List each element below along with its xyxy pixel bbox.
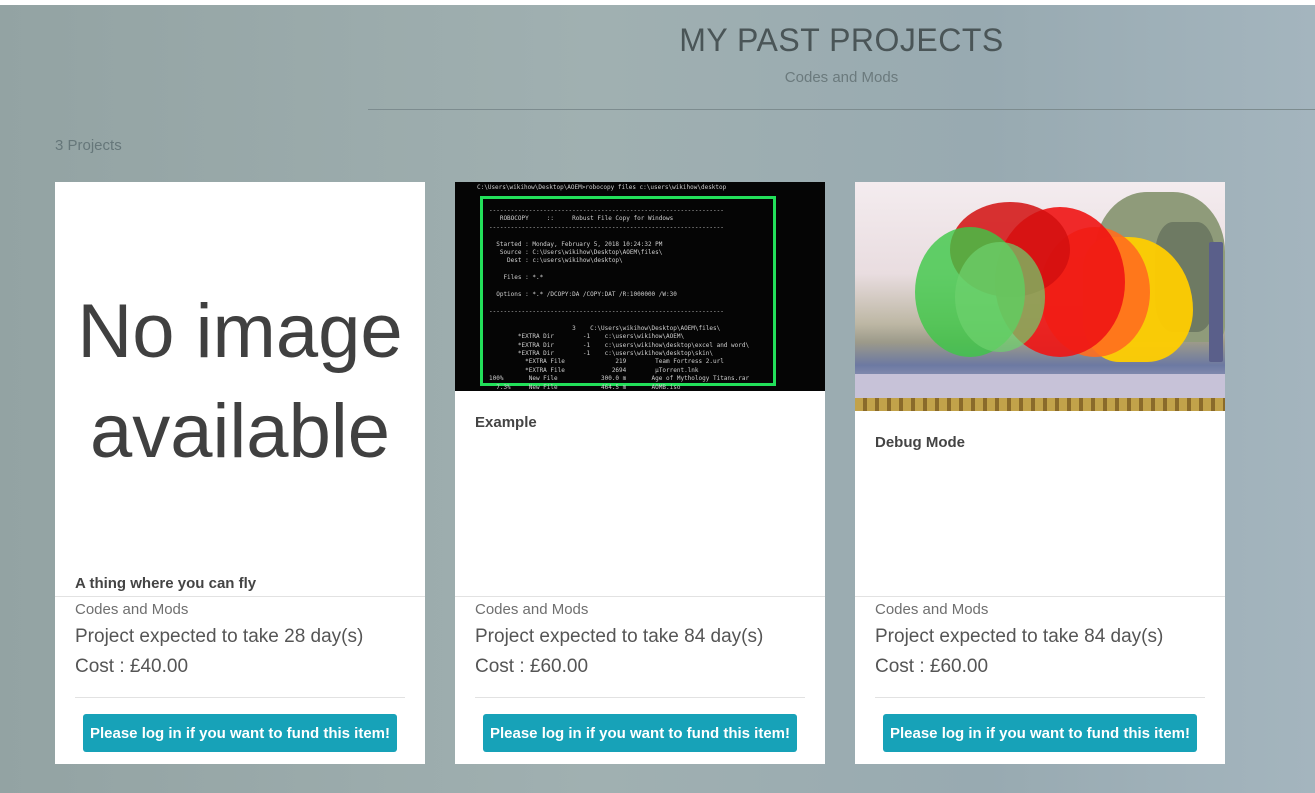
page-header: MY PAST PROJECTS Codes and Mods (368, 22, 1315, 86)
terminal-line: *EXTRA Dir -1 c:\users\wikihow\desktop\e… (489, 341, 750, 349)
terminal-line: *EXTRA Dir -1 c:\users\wikihow\desktop\s… (489, 349, 713, 357)
page-title: MY PAST PROJECTS (679, 22, 1004, 58)
card-divider-inner (75, 697, 405, 698)
fund-login-button[interactable]: Please log in if you want to fund this i… (83, 714, 397, 752)
stage-floor (855, 374, 1225, 398)
scenery-pillar (1209, 242, 1223, 362)
header-divider (368, 109, 1315, 110)
terminal-screenshot: C:\Users\wikihow\Desktop\AOEM>robocopy f… (455, 182, 825, 391)
terminal-line: Files : *.* (489, 274, 544, 282)
project-image[interactable] (855, 182, 1225, 411)
terminal-prompt: C:\Users\wikihow\Desktop\AOEM>robocopy f… (477, 184, 727, 191)
project-duration: Project expected to take 84 day(s) (475, 626, 764, 647)
project-category: Codes and Mods (875, 601, 989, 618)
project-title[interactable]: A thing where you can fly (75, 575, 256, 592)
project-cost: Cost : £60.00 (875, 656, 989, 677)
no-image-placeholder: No image available (55, 182, 425, 582)
project-card: No image available A thing where you can… (55, 182, 425, 764)
terminal-line: Started : Monday, February 5, 2018 10:24… (489, 240, 663, 248)
fund-login-button[interactable]: Please log in if you want to fund this i… (883, 714, 1197, 752)
card-divider-inner (875, 697, 1205, 698)
terminal-line: Options : *.* /DCOPY:DA /COPY:DAT /R:100… (489, 291, 677, 299)
stage-edge (855, 398, 1225, 411)
project-title[interactable]: Example (475, 414, 537, 431)
project-cost: Cost : £40.00 (75, 656, 189, 677)
terminal-line: ----------------------------------------… (489, 223, 724, 231)
card-divider (55, 596, 425, 597)
game-screenshot (855, 182, 1225, 411)
card-divider-inner (475, 697, 805, 698)
project-duration: Project expected to take 84 day(s) (875, 626, 1164, 647)
hitbox-green (955, 242, 1045, 352)
fund-login-button[interactable]: Please log in if you want to fund this i… (483, 714, 797, 752)
project-duration: Project expected to take 28 day(s) (75, 626, 364, 647)
terminal-line: 7.3% New File 464.5 m AOMB.iso (489, 383, 681, 391)
card-divider (455, 596, 825, 597)
project-count: 3 Projects (55, 137, 122, 154)
project-title[interactable]: Debug Mode (875, 434, 965, 451)
card-divider (855, 596, 1225, 597)
terminal-line: 3 C:\Users\wikihow\Desktop\AOEM\files\ (489, 324, 721, 332)
project-image[interactable]: C:\Users\wikihow\Desktop\AOEM>robocopy f… (455, 182, 825, 391)
terminal-line: ----------------------------------------… (489, 207, 724, 214)
terminal-line: *EXTRA Dir -1 c:\users\wikihow\AOEM\ (489, 333, 685, 341)
terminal-line: ----------------------------------------… (489, 307, 724, 315)
terminal-line: *EXTRA File 2694 µTorrent.lnk (489, 366, 699, 374)
project-card: C:\Users\wikihow\Desktop\AOEM>robocopy f… (455, 182, 825, 764)
terminal-line: Source : C:\Users\wikihow\Desktop\AOEM\f… (489, 249, 663, 257)
project-card: Debug Mode Codes and Mods Project expect… (855, 182, 1225, 764)
terminal-line: ROBOCOPY :: Robust File Copy for Windows (489, 215, 674, 223)
project-category: Codes and Mods (75, 601, 189, 618)
top-strip (0, 0, 1315, 5)
terminal-frame: ----------------------------------------… (480, 196, 776, 391)
project-cost: Cost : £60.00 (475, 656, 589, 677)
terminal-line: 100% New File 300.0 m Age of Mythology T… (489, 375, 750, 383)
page-subtitle: Codes and Mods (784, 69, 899, 86)
no-image-text: No image available (77, 289, 403, 474)
terminal-line: Dest : c:\users\wikihow\desktop\ (489, 257, 623, 265)
terminal-line: *EXTRA File 219 Team Fortress 2.url (489, 358, 724, 366)
project-category: Codes and Mods (475, 601, 589, 618)
terminal-lines: ----------------------------------------… (489, 207, 767, 391)
